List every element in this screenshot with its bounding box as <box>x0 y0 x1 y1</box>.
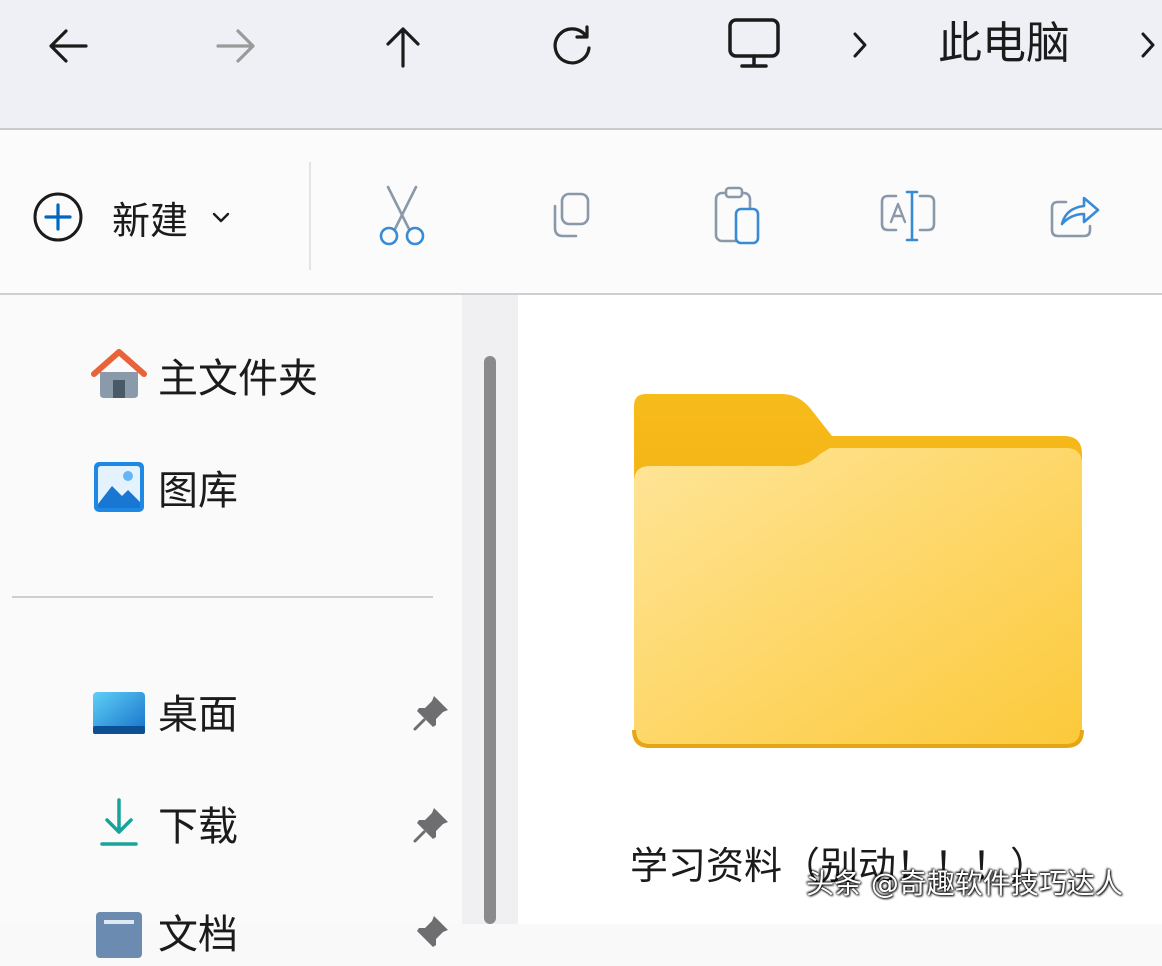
sidebar-item-downloads[interactable]: 下载 <box>90 788 238 858</box>
forward-button[interactable] <box>204 14 268 78</box>
rename-icon <box>880 190 936 242</box>
folder-item[interactable] <box>632 392 1084 748</box>
sidebar-item-gallery[interactable]: 图库 <box>90 452 238 522</box>
rename-button[interactable] <box>870 178 946 254</box>
up-arrow-icon <box>386 27 420 68</box>
sidebar-item-label: 桌面 <box>158 692 238 738</box>
crumb-separator-2[interactable] <box>1138 22 1162 68</box>
sidebar-item-label: 图库 <box>158 468 238 514</box>
pin-icon <box>417 916 448 947</box>
pin-button[interactable] <box>410 690 454 734</box>
cut-icon <box>379 185 425 246</box>
desktop-folder-icon <box>93 692 145 734</box>
home-icon <box>91 349 147 398</box>
sidebar-item-home[interactable]: 主文件夹 <box>90 340 318 410</box>
sidebar-item-label: 主文件夹 <box>158 356 318 402</box>
share-button[interactable] <box>1036 178 1112 254</box>
command-divider <box>309 162 311 270</box>
pin-button[interactable] <box>410 802 454 846</box>
refresh-button[interactable] <box>540 14 604 78</box>
sidebar-item-desktop[interactable]: 桌面 <box>90 676 238 746</box>
folder-icon <box>632 394 1084 748</box>
pin-button[interactable] <box>410 910 454 954</box>
monitor-icon <box>728 18 780 68</box>
sidebar-scrollbar[interactable] <box>484 356 496 924</box>
back-button[interactable] <box>36 14 100 78</box>
pin-icon <box>413 808 448 843</box>
sidebar-item-label: 文档 <box>158 912 238 958</box>
share-icon <box>1050 196 1100 238</box>
up-button[interactable] <box>371 14 435 78</box>
documents-icon <box>96 912 142 958</box>
watermark: 头条 @奇趣软件技巧达人 <box>806 867 1123 900</box>
new-button-label: 新建 <box>112 198 189 243</box>
breadcrumb-this-pc[interactable]: 此电脑 <box>938 14 1070 74</box>
forward-arrow-icon <box>216 29 255 63</box>
chevron-right-icon <box>1141 32 1155 58</box>
refresh-icon <box>553 25 591 65</box>
plus-circle-icon <box>33 192 83 242</box>
copy-button[interactable] <box>532 178 608 254</box>
download-icon <box>100 798 138 846</box>
paste-icon <box>714 186 760 245</box>
chevron-down-icon <box>212 212 230 223</box>
back-arrow-icon <box>49 29 88 63</box>
cut-button[interactable] <box>364 178 440 254</box>
sidebar-item-label: 下载 <box>158 804 238 850</box>
new-button[interactable]: 新建 <box>30 177 232 257</box>
gallery-icon <box>94 462 144 512</box>
pin-icon <box>413 696 448 731</box>
chevron-right-icon <box>853 32 867 58</box>
paste-button[interactable] <box>700 178 776 254</box>
crumb-separator[interactable] <box>845 22 875 68</box>
sidebar-divider <box>12 596 433 598</box>
location-icon-button[interactable] <box>724 14 784 74</box>
copy-icon <box>553 192 590 238</box>
sidebar-item-documents[interactable]: 文档 <box>90 896 238 966</box>
